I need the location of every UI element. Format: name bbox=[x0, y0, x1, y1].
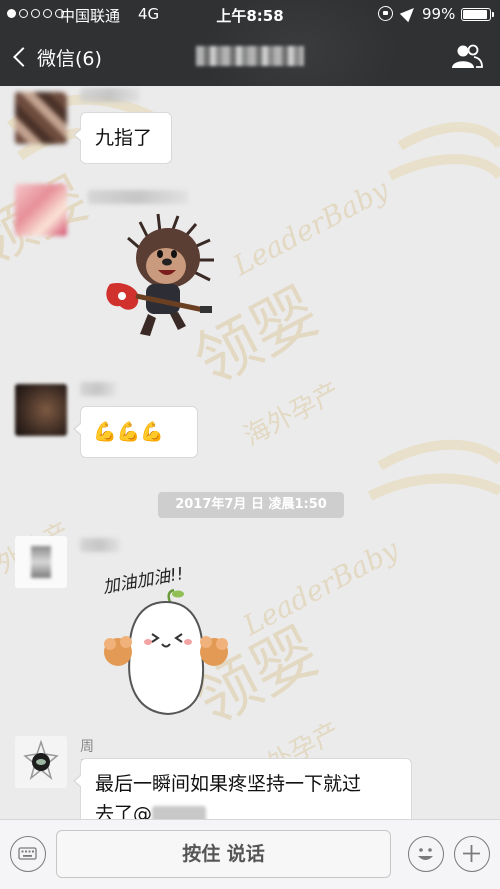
sender-name-redacted bbox=[80, 88, 140, 102]
sender-name-redacted bbox=[80, 538, 120, 552]
mention-redacted bbox=[152, 805, 207, 819]
message-line-2-text: 去了@ bbox=[95, 803, 153, 819]
message-line-2: 去了@ bbox=[95, 799, 397, 819]
cheer-sticker[interactable]: 加油加油!! bbox=[96, 564, 236, 722]
message-bubble[interactable]: 最后一瞬间如果疼坚持一下就过 去了@ bbox=[73, 758, 412, 819]
watermark-brand-en-1: LeaderBaby bbox=[227, 172, 395, 282]
back-label: 微信(6) bbox=[37, 47, 102, 70]
chat-title-redacted bbox=[196, 46, 304, 66]
cheer-character bbox=[104, 588, 228, 716]
chat-area[interactable]: LeaderBaby 领婴 海外孕产 LeaderBaby 领婴 海外孕产 领婴… bbox=[0, 86, 500, 819]
back-button[interactable]: 微信(6) bbox=[8, 40, 102, 74]
emoji-button[interactable] bbox=[408, 836, 444, 872]
nav-bar: 微信(6) bbox=[0, 28, 500, 86]
timestamp-pill: 2017年7月 日 凌晨1:50 bbox=[158, 492, 344, 518]
avatar[interactable] bbox=[15, 184, 67, 236]
avatar-emblem bbox=[23, 739, 59, 781]
battery-percent: 99% bbox=[422, 5, 456, 23]
message-bubble[interactable]: 💪💪💪 bbox=[73, 406, 198, 458]
avatar[interactable] bbox=[15, 384, 67, 436]
hold-to-talk-button[interactable]: 按住 说话 bbox=[56, 830, 391, 878]
message-text: 💪💪💪 bbox=[93, 421, 164, 443]
brand-watermark: LeaderBaby 领婴 海外孕产 LeaderBaby 领婴 海外孕产 领婴… bbox=[0, 94, 500, 792]
avatar[interactable] bbox=[15, 536, 67, 588]
status-bar: 中国联通 4G 上午8:58 99% bbox=[0, 0, 500, 28]
input-bar: 按住 说话 bbox=[0, 819, 500, 889]
watermark-tagline-1: 海外孕产 bbox=[239, 377, 345, 452]
watermark-brand-en-2: LeaderBaby bbox=[237, 532, 405, 642]
group-info-icon[interactable] bbox=[450, 40, 484, 74]
message-line-1: 最后一瞬间如果疼坚持一下就过 bbox=[95, 773, 362, 795]
hedgehog-guitar-sticker[interactable] bbox=[100, 210, 220, 346]
avatar[interactable] bbox=[15, 92, 67, 144]
plus-icon bbox=[463, 845, 480, 862]
top-bar: 中国联通 4G 上午8:58 99% 微信(6) bbox=[0, 0, 500, 86]
emoji-icon bbox=[418, 848, 433, 860]
battery-icon bbox=[461, 8, 494, 21]
keyboard-icon bbox=[18, 847, 37, 860]
avatar[interactable] bbox=[15, 736, 67, 788]
sender-name-redacted bbox=[88, 190, 188, 204]
message-text: 九指了 bbox=[95, 127, 153, 149]
back-chevron-icon bbox=[13, 47, 33, 67]
sender-name-redacted bbox=[80, 382, 116, 396]
more-actions-button[interactable] bbox=[454, 836, 490, 872]
rotation-lock-icon bbox=[378, 6, 393, 21]
message-bubble[interactable]: 九指了 bbox=[73, 112, 172, 164]
keyboard-toggle-button[interactable] bbox=[10, 836, 46, 872]
